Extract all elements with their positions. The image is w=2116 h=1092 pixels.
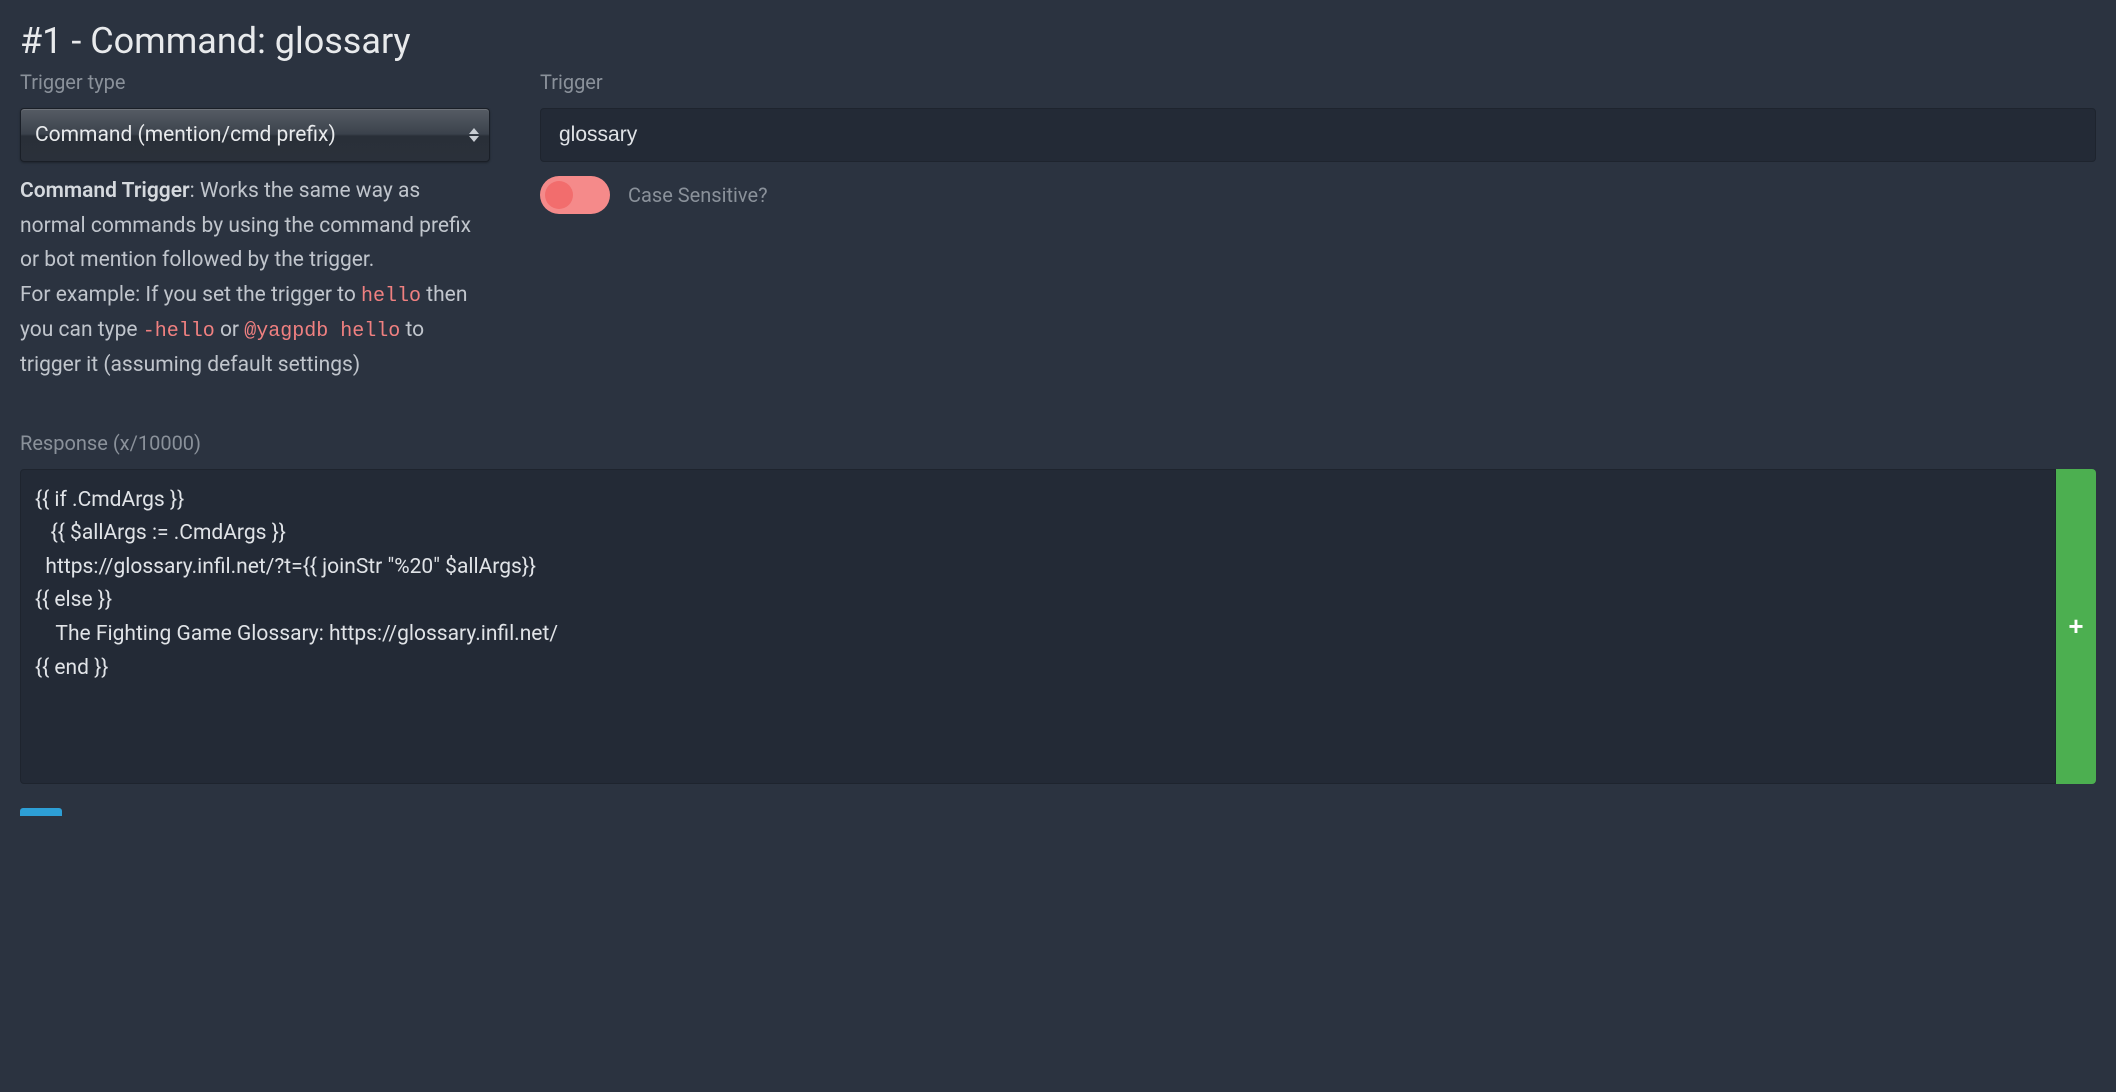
trigger-type-column: Trigger type Command (mention/cmd prefix… bbox=[20, 70, 490, 383]
help-strong: Command Trigger bbox=[20, 179, 190, 203]
trigger-label: Trigger bbox=[540, 70, 2096, 94]
help-code-hello: hello bbox=[361, 285, 421, 308]
bottom-accent bbox=[20, 808, 62, 816]
help-example-mid2: or bbox=[215, 318, 245, 342]
select-arrows-icon bbox=[469, 128, 479, 142]
page-title: #1 - Command: glossary bbox=[20, 20, 2096, 62]
response-textarea[interactable]: {{ if .CmdArgs }} {{ $allArgs := .CmdArg… bbox=[20, 469, 2056, 784]
help-code-dash-hello: -hello bbox=[143, 320, 215, 343]
case-sensitive-label: Case Sensitive? bbox=[628, 183, 768, 207]
trigger-input[interactable] bbox=[540, 108, 2096, 162]
trigger-column: Trigger Case Sensitive? bbox=[540, 70, 2096, 383]
case-sensitive-toggle[interactable] bbox=[540, 176, 610, 214]
trigger-type-label: Trigger type bbox=[20, 70, 490, 94]
toggle-knob bbox=[545, 181, 573, 209]
help-example-prefix: For example: If you set the trigger to bbox=[20, 283, 361, 307]
response-section: Response (x/10000) {{ if .CmdArgs }} {{ … bbox=[20, 431, 2096, 784]
trigger-type-selected-value: Command (mention/cmd prefix) bbox=[35, 123, 336, 147]
trigger-type-select[interactable]: Command (mention/cmd prefix) bbox=[20, 108, 490, 162]
add-response-button[interactable]: + bbox=[2056, 469, 2096, 784]
response-label: Response (x/10000) bbox=[20, 431, 2096, 455]
trigger-type-help-text: Command Trigger: Works the same way as n… bbox=[20, 174, 490, 383]
help-code-mention-hello: @yagpdb hello bbox=[244, 320, 400, 343]
